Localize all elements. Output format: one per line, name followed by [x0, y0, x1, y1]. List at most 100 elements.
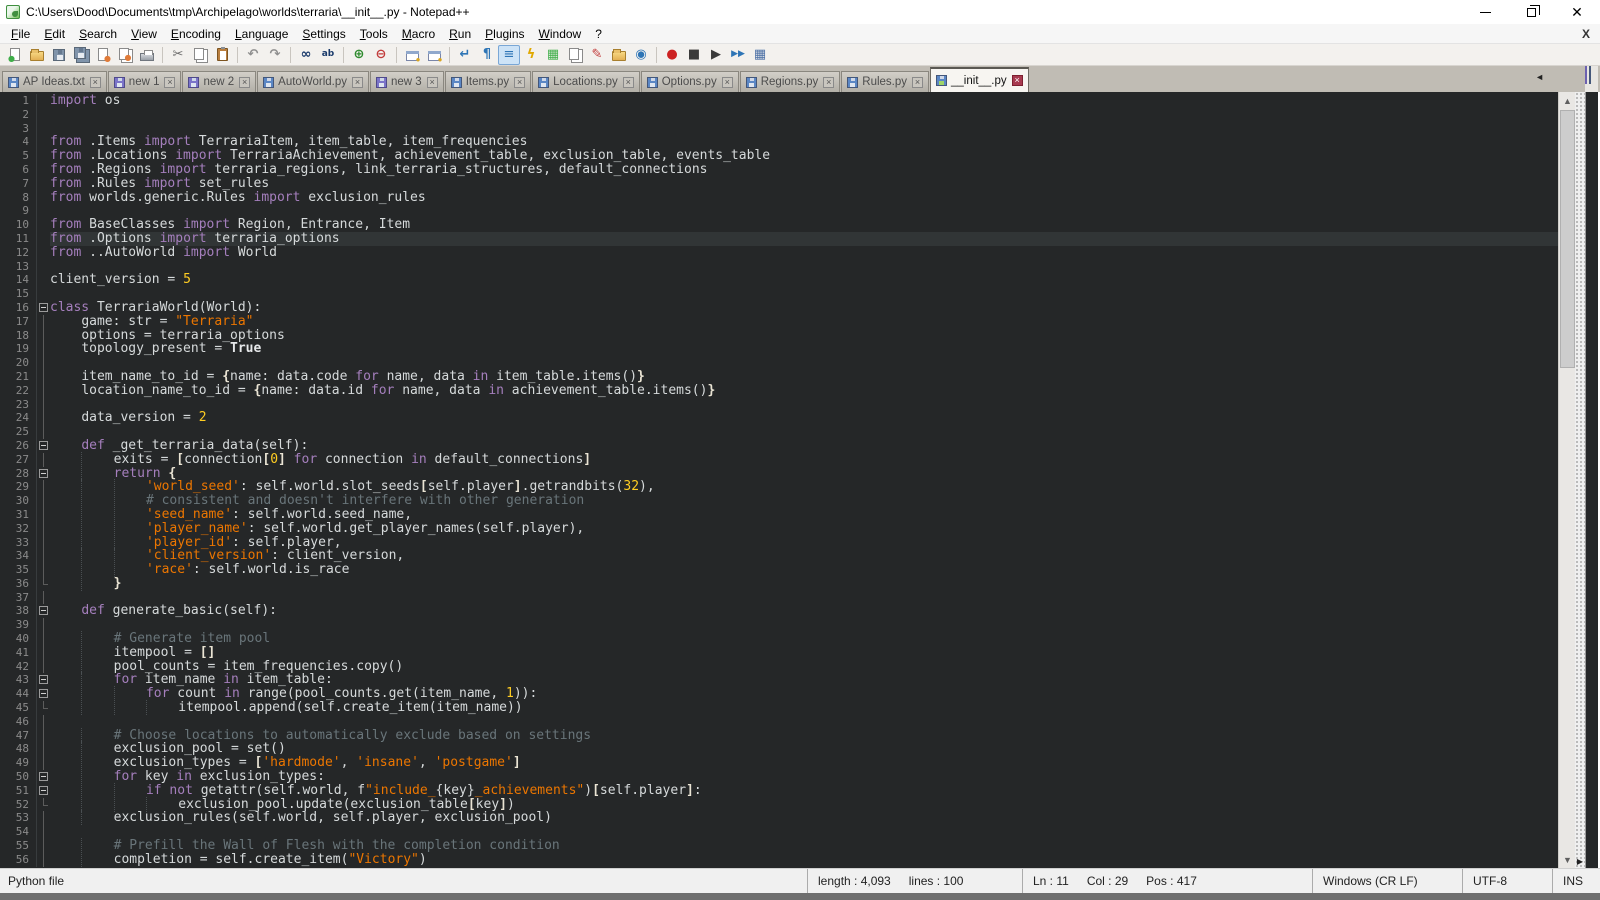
code-line-26[interactable]: 26 def _get_terraria_data(self): — [0, 439, 1558, 453]
menu-settings[interactable]: Settings — [295, 25, 352, 43]
macro-record-icon[interactable]: ● — [661, 45, 683, 65]
code-editor[interactable]: 1import os2 3 4from .Items import Terrar… — [0, 92, 1558, 868]
new-file-icon[interactable]: ● — [4, 45, 26, 65]
tab-locations.py[interactable]: Locations.py× — [532, 71, 640, 92]
minimize-button[interactable] — [1462, 0, 1508, 24]
show-all-chars-icon[interactable]: ¶ — [476, 45, 498, 65]
code-line-14[interactable]: 14client_version = 5 — [0, 273, 1558, 287]
zoom-in-icon[interactable]: ⊕ — [348, 45, 370, 65]
tab-close-icon[interactable]: × — [823, 77, 834, 88]
code-line-52[interactable]: 52 exclusion_pool.update(exclusion_table… — [0, 798, 1558, 812]
indent-guide-icon[interactable]: ≡ — [498, 45, 520, 65]
code-line-11[interactable]: 11from .Options import terraria_options — [0, 232, 1558, 246]
menu-macro[interactable]: Macro — [395, 25, 442, 43]
code-line-35[interactable]: 35 'race': self.world.is_race — [0, 563, 1558, 577]
code-line-47[interactable]: 47 # Choose locations to automatically e… — [0, 729, 1558, 743]
print-icon[interactable] — [136, 45, 158, 65]
code-line-23[interactable]: 23 — [0, 398, 1558, 412]
code-line-54[interactable]: 54 — [0, 825, 1558, 839]
macro-save-icon[interactable]: ▦ — [749, 45, 771, 65]
code-line-50[interactable]: 50 for key in exclusion_types: — [0, 770, 1558, 784]
code-line-56[interactable]: 56 completion = self.create_item("Victor… — [0, 853, 1558, 867]
tab-close-icon[interactable]: × — [164, 77, 175, 88]
code-line-48[interactable]: 48 exclusion_pool = set() — [0, 742, 1558, 756]
menu-edit[interactable]: Edit — [37, 25, 72, 43]
fold-collapse-icon[interactable] — [36, 687, 50, 701]
scrollbar-up-arrow-icon[interactable]: ▲ — [1559, 92, 1576, 109]
code-line-21[interactable]: 21 item_name_to_id = {name: data.code fo… — [0, 370, 1558, 384]
paste-icon[interactable] — [211, 45, 233, 65]
code-line-3[interactable]: 3 — [0, 122, 1558, 136]
code-line-28[interactable]: 28 return { — [0, 467, 1558, 481]
tab-__init__.py[interactable]: __init__.py× — [930, 67, 1029, 92]
splitter-right-arrow-icon[interactable]: ▶ — [1575, 857, 1585, 866]
code-line-33[interactable]: 33 'player_id': self.player, — [0, 536, 1558, 550]
function-list-icon[interactable]: ϟ — [520, 45, 542, 65]
code-line-10[interactable]: 10from BaseClasses import Region, Entran… — [0, 218, 1558, 232]
copy-icon[interactable] — [189, 45, 211, 65]
sync-scroll-horizontal-icon[interactable] — [423, 45, 445, 65]
tab-rules.py[interactable]: Rules.py× — [841, 71, 929, 92]
view-splitter-handle[interactable] — [1575, 92, 1585, 868]
status-insert-mode[interactable]: INS — [1552, 869, 1600, 893]
restore-button[interactable] — [1508, 0, 1554, 24]
tab-ap-ideas.txt[interactable]: AP Ideas.txt× — [2, 71, 107, 92]
code-line-25[interactable]: 25 — [0, 425, 1558, 439]
code-line-42[interactable]: 42 pool_counts = item_frequencies.copy() — [0, 660, 1558, 674]
code-line-32[interactable]: 32 'player_name': self.world.get_player_… — [0, 522, 1558, 536]
tab-scroll-left-arrow-icon[interactable]: ◄ — [1535, 72, 1544, 82]
code-line-18[interactable]: 18 options = terraria_options — [0, 329, 1558, 343]
tab-close-icon[interactable]: × — [1012, 75, 1023, 86]
close-button[interactable]: ✕ — [1554, 0, 1600, 24]
code-line-27[interactable]: 27 exits = [connection[0] for connection… — [0, 453, 1558, 467]
code-line-30[interactable]: 30 # consistent and doesn't interfere wi… — [0, 494, 1558, 508]
vertical-scrollbar[interactable]: ▲ ▼ — [1558, 92, 1575, 868]
code-line-40[interactable]: 40 # Generate item pool — [0, 632, 1558, 646]
tab-new-1[interactable]: new 1× — [108, 71, 182, 92]
code-line-6[interactable]: 6from .Regions import terraria_regions, … — [0, 163, 1558, 177]
menu-plugins[interactable]: Plugins — [478, 25, 531, 43]
fold-collapse-icon[interactable] — [36, 604, 50, 618]
tab-new-2[interactable]: new 2× — [182, 71, 256, 92]
fold-collapse-icon[interactable] — [36, 301, 50, 315]
code-line-37[interactable]: 37 — [0, 591, 1558, 605]
cut-icon[interactable]: ✂ — [167, 45, 189, 65]
code-line-13[interactable]: 13 — [0, 260, 1558, 274]
code-line-7[interactable]: 7from .Rules import set_rules — [0, 177, 1558, 191]
folder-workspace-icon[interactable] — [608, 45, 630, 65]
code-line-15[interactable]: 15 — [0, 287, 1558, 301]
fold-collapse-icon[interactable] — [36, 467, 50, 481]
code-line-4[interactable]: 4from .Items import TerrariaItem, item_t… — [0, 135, 1558, 149]
find-icon[interactable]: ∞ — [295, 45, 317, 65]
code-line-55[interactable]: 55 # Prefill the Wall of Flesh with the … — [0, 839, 1558, 853]
menu-language[interactable]: Language — [228, 25, 295, 43]
close-document-x-button[interactable]: X — [1582, 27, 1590, 41]
menu-help[interactable]: ? — [588, 25, 609, 43]
undo-icon[interactable]: ↶ — [242, 45, 264, 65]
code-line-53[interactable]: 53 exclusion_rules(self.world, self.play… — [0, 811, 1558, 825]
code-line-36[interactable]: 36 } — [0, 577, 1558, 591]
tab-close-icon[interactable]: × — [722, 77, 733, 88]
code-line-1[interactable]: 1import os — [0, 94, 1558, 108]
tab-autoworld.py[interactable]: AutoWorld.py× — [257, 71, 369, 92]
menu-file[interactable]: File — [4, 25, 37, 43]
code-line-22[interactable]: 22 location_name_to_id = {name: data.id … — [0, 384, 1558, 398]
word-wrap-icon[interactable]: ↵ — [454, 45, 476, 65]
fold-collapse-icon[interactable] — [36, 673, 50, 687]
code-line-39[interactable]: 39 — [0, 618, 1558, 632]
mark-pen-icon[interactable]: ✎ — [586, 45, 608, 65]
code-line-9[interactable]: 9 — [0, 204, 1558, 218]
fold-collapse-icon[interactable] — [36, 770, 50, 784]
tab-close-icon[interactable]: × — [514, 77, 525, 88]
code-line-29[interactable]: 29 'world_seed': self.world.slot_seeds[s… — [0, 480, 1558, 494]
code-line-19[interactable]: 19 topology_present = True — [0, 342, 1558, 356]
code-line-5[interactable]: 5from .Locations import TerrariaAchievem… — [0, 149, 1558, 163]
tab-options.py[interactable]: Options.py× — [641, 71, 739, 92]
tab-new-3[interactable]: new 3× — [370, 71, 444, 92]
save-icon[interactable] — [48, 45, 70, 65]
code-line-45[interactable]: 45 itempool.append(self.create_item(item… — [0, 701, 1558, 715]
doc-list-icon[interactable] — [564, 45, 586, 65]
code-line-38[interactable]: 38 def generate_basic(self): — [0, 604, 1558, 618]
tab-close-icon[interactable]: × — [352, 77, 363, 88]
tab-close-icon[interactable]: × — [427, 77, 438, 88]
